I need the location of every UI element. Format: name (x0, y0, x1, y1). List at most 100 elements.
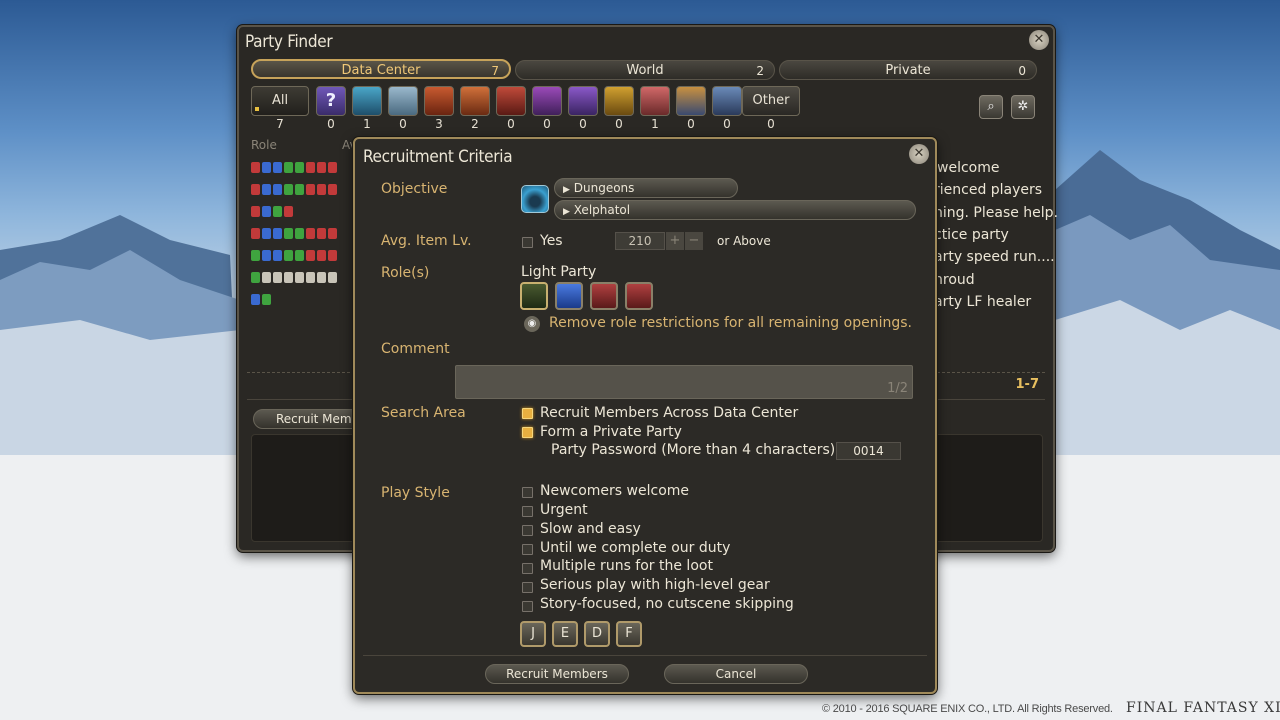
roles-label: Role(s) (381, 265, 430, 281)
play-style-option: Story-focused, no cutscene skipping (540, 596, 794, 612)
close-icon[interactable]: ✕ (909, 144, 929, 164)
guildhest-icon[interactable] (388, 86, 418, 116)
play-style-option: Slow and easy (540, 521, 641, 537)
play-style-option: Multiple runs for the loot (540, 558, 713, 574)
avg-item-level-input[interactable]: 210 (615, 232, 665, 250)
objective-duty-dropdown[interactable]: ▶ Xelphatol (554, 200, 916, 220)
language-german-button[interactable]: D (584, 621, 610, 647)
category-count: 2 (471, 117, 479, 131)
page-range: 1-7 (1015, 377, 1040, 392)
language-french-button[interactable]: F (616, 621, 642, 647)
comment-page-indicator: 1/2 (887, 381, 908, 396)
close-icon[interactable]: ✕ (1029, 30, 1049, 50)
play-style-option: Serious play with high-level gear (540, 577, 770, 593)
objective-duty-value: Xelphatol (573, 203, 631, 217)
tab-private[interactable]: Private 0 (779, 60, 1037, 80)
chevron-right-icon: ▶ (563, 185, 570, 195)
category-other-count: 0 (767, 117, 775, 131)
category-count: 1 (363, 117, 371, 131)
listing-comment[interactable]: hroud (934, 272, 975, 288)
role-header: Role (251, 138, 277, 152)
sword-icon[interactable] (532, 86, 562, 116)
play-style-label: Play Style (381, 485, 450, 501)
listing-comment[interactable]: ctice party (934, 227, 1009, 243)
pvp-icon[interactable] (496, 86, 526, 116)
category-all-count: 7 (276, 117, 284, 131)
recruit-members-button[interactable]: Recruit Memb (253, 409, 363, 429)
play-style-checkbox[interactable] (522, 582, 533, 593)
listing-comment[interactable]: arty speed run.... (934, 249, 1055, 265)
copyright-text: © 2010 - 2016 SQUARE ENIX CO., LTD. All … (822, 703, 1113, 715)
category-count: 0 (723, 117, 731, 131)
tank-role-icon[interactable] (555, 282, 583, 310)
play-style-option: Newcomers welcome (540, 483, 690, 499)
comment-input[interactable]: 1/2 (455, 365, 913, 399)
objective-category-dropdown[interactable]: ▶ Dungeons (554, 178, 738, 198)
tab-world[interactable]: World 2 (515, 60, 775, 80)
treasure-icon[interactable] (604, 86, 634, 116)
healer-dps-role-icon[interactable] (520, 282, 548, 310)
crystal-icon[interactable] (568, 86, 598, 116)
dungeon-icon[interactable] (352, 86, 382, 116)
settings-icon[interactable]: ✲ (1011, 95, 1035, 119)
dungeon-icon (521, 185, 549, 213)
tab-label: World (626, 63, 664, 78)
remove-roles-icon[interactable]: ◉ (524, 316, 540, 332)
category-count: 0 (543, 117, 551, 131)
tab-count: 2 (756, 64, 764, 78)
across-data-center-label: Recruit Members Across Data Center (540, 405, 799, 421)
party-type-label: Light Party (521, 264, 597, 280)
category-count: 1 (651, 117, 659, 131)
category-all-button[interactable]: All (251, 86, 309, 116)
tab-data-center[interactable]: Data Center 7 (251, 59, 511, 79)
language-japanese-button[interactable]: J (520, 621, 546, 647)
trial-icon[interactable] (424, 86, 454, 116)
play-style-checkbox[interactable] (522, 544, 533, 555)
tab-count: 7 (491, 64, 499, 78)
game-logo: FINAL FANTASY XIV (1126, 700, 1280, 716)
avg-item-level-checkbox-label: Yes (540, 233, 563, 249)
cancel-button[interactable]: Cancel (664, 664, 808, 684)
category-count: 3 (435, 117, 443, 131)
dps-role-icon[interactable] (590, 282, 618, 310)
or-above-label: or Above (717, 234, 771, 248)
tab-count: 0 (1018, 64, 1026, 78)
tab-label: Data Center (341, 63, 421, 78)
question-icon[interactable]: ? (316, 86, 346, 116)
fate-icon[interactable] (640, 86, 670, 116)
party-password-input[interactable]: 0014 (836, 442, 901, 460)
increment-button[interactable]: + (666, 232, 684, 250)
tab-label: Private (885, 63, 931, 78)
private-party-label: Form a Private Party (540, 424, 682, 440)
recruit-members-button[interactable]: Recruit Members (485, 664, 629, 684)
chevron-right-icon: ▶ (563, 207, 570, 217)
play-style-checkbox[interactable] (522, 525, 533, 536)
listing-comment[interactable]: ning. Please help. (934, 205, 1058, 221)
private-party-checkbox[interactable] (522, 427, 533, 438)
category-count: 0 (579, 117, 587, 131)
play-style-option: Urgent (540, 502, 588, 518)
decrement-button[interactable]: − (685, 232, 703, 250)
search-icon[interactable]: ⌕ (979, 95, 1003, 119)
across-data-center-checkbox[interactable] (522, 408, 533, 419)
play-style-checkbox[interactable] (522, 601, 533, 612)
dps-role-icon[interactable] (625, 282, 653, 310)
play-style-checkbox[interactable] (522, 506, 533, 517)
avg-item-level-checkbox[interactable] (522, 237, 533, 248)
category-other-button[interactable]: Other (742, 86, 800, 116)
category-count: 0 (507, 117, 515, 131)
category-count: 0 (399, 117, 407, 131)
search-area-label: Search Area (381, 405, 466, 421)
deep-dungeon-icon[interactable] (676, 86, 706, 116)
play-style-checkbox[interactable] (522, 487, 533, 498)
remove-roles-text[interactable]: Remove role restrictions for all remaini… (549, 315, 912, 331)
listing-comment[interactable]: rienced players (934, 182, 1042, 198)
language-english-button[interactable]: E (552, 621, 578, 647)
raid-icon[interactable] (460, 86, 490, 116)
listing-comment[interactable]: arty LF healer (934, 294, 1031, 310)
window-title: Party Finder (245, 32, 333, 52)
selected-indicator (255, 107, 259, 111)
play-style-checkbox[interactable] (522, 563, 533, 574)
listing-comment[interactable]: welcome (937, 160, 999, 176)
event-icon[interactable] (712, 86, 742, 116)
